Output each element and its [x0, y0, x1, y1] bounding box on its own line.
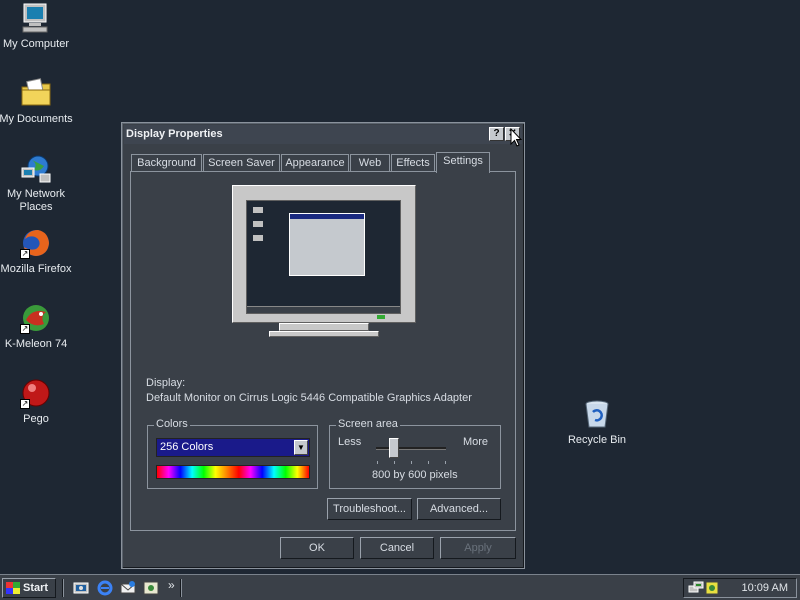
cancel-button[interactable]: Cancel	[360, 537, 434, 559]
ok-button[interactable]: OK	[280, 537, 354, 559]
k-meleon-icon: ↗	[20, 302, 52, 334]
desktop-icon-label: Recycle Bin	[567, 434, 627, 446]
tab-background[interactable]: Background	[131, 154, 202, 172]
screen-area-less: Less	[338, 436, 362, 448]
screen-area-more: More	[462, 436, 488, 448]
shortcut-arrow-icon: ↗	[20, 324, 30, 334]
tab-web[interactable]: Web	[350, 154, 390, 172]
advanced-button[interactable]: Advanced...	[417, 498, 501, 520]
colors-group: Colors 256 Colors ▼	[147, 418, 318, 489]
windows-logo-icon	[6, 582, 20, 594]
channels-icon[interactable]	[143, 580, 159, 596]
tab-settings[interactable]: Settings	[436, 152, 490, 173]
outlook-icon[interactable]	[120, 580, 136, 596]
clock[interactable]: 10:09 AM	[742, 582, 788, 594]
tab-appearance[interactable]: Appearance	[281, 154, 349, 172]
desktop-icon-network[interactable]: My Network Places	[0, 152, 74, 214]
monitor-base	[269, 331, 379, 337]
resolution-slider-track[interactable]	[376, 447, 446, 450]
dialog-titlebar[interactable]: Display Properties ? ✕	[124, 125, 522, 144]
desktop-icon-my-documents[interactable]: My Documents	[0, 77, 74, 126]
apply-button[interactable]: Apply	[440, 537, 516, 559]
colors-select[interactable]: 256 Colors ▼	[156, 438, 310, 457]
desktop-icon-label: My Computer	[2, 38, 70, 50]
desktop-icon-label: My Network Places	[6, 188, 66, 213]
chevron-down-icon[interactable]: ▼	[294, 440, 308, 455]
colors-legend: Colors	[154, 418, 190, 430]
desktop-icon-label: Pego	[23, 413, 49, 425]
desktop-icon-label: My Documents	[0, 113, 73, 125]
system-tray: 10:09 AM	[683, 578, 797, 598]
desktop-icon-label: Mozilla Firefox	[0, 263, 72, 275]
quick-launch-chevron[interactable]: »	[168, 578, 175, 592]
monitor-screen	[246, 200, 401, 314]
settings-panel: Display: Default Monitor on Cirrus Logic…	[130, 171, 516, 531]
screen-area-group: Screen area Less More 800 by 600 pixels	[329, 418, 501, 489]
taskbar: Start » 10:09 AM	[0, 574, 800, 600]
start-button[interactable]: Start	[2, 578, 56, 598]
resolution-slider-thumb[interactable]	[389, 438, 399, 458]
troubleshoot-button[interactable]: Troubleshoot...	[327, 498, 412, 520]
monitor-stand	[279, 323, 369, 331]
desktop-icon-label: K-Meleon 74	[4, 338, 68, 350]
mouse-cursor-icon	[510, 128, 522, 147]
display-properties-dialog: Display Properties ? ✕ Background Screen…	[121, 122, 525, 569]
dialog-title: Display Properties	[126, 128, 223, 140]
network-icon	[20, 152, 52, 184]
display-adapter-text: Default Monitor on Cirrus Logic 5446 Com…	[146, 392, 472, 404]
screen-area-legend: Screen area	[336, 418, 400, 430]
monitor-preview	[232, 185, 416, 323]
network-tray-icon[interactable]	[688, 580, 704, 596]
shortcut-arrow-icon: ↗	[20, 399, 30, 409]
help-button[interactable]: ?	[489, 127, 504, 141]
screen-area-value: 800 by 600 pixels	[372, 469, 458, 481]
colors-selected-value: 256 Colors	[160, 441, 214, 453]
firefox-icon: ↗	[20, 227, 52, 259]
color-spectrum-bar	[156, 465, 310, 479]
taskbar-separator	[62, 579, 64, 597]
desktop-icon-k-meleon[interactable]: ↗ K-Meleon 74	[0, 302, 74, 351]
display-label: Display:	[146, 377, 186, 389]
shortcut-arrow-icon: ↗	[20, 249, 30, 259]
computer-icon	[20, 2, 52, 34]
start-label: Start	[23, 582, 49, 594]
preview-taskbar	[247, 306, 400, 313]
taskbar-separator	[180, 579, 182, 597]
desktop-icon-my-computer[interactable]: My Computer	[0, 2, 74, 51]
ie-icon[interactable]	[97, 580, 113, 596]
preview-window	[289, 213, 365, 276]
tab-screen-saver[interactable]: Screen Saver	[203, 154, 280, 172]
folder-documents-icon	[20, 77, 52, 109]
desktop-icon-recycle-bin[interactable]: Recycle Bin	[559, 398, 635, 447]
volume-tray-icon[interactable]	[704, 580, 720, 596]
recycle-bin-icon	[581, 398, 613, 430]
pego-icon: ↗	[20, 377, 52, 409]
show-desktop-icon[interactable]	[73, 580, 89, 596]
desktop-icon-pego[interactable]: ↗ Pego	[0, 377, 74, 426]
tab-effects[interactable]: Effects	[391, 154, 435, 172]
desktop-icon-firefox[interactable]: ↗ Mozilla Firefox	[0, 227, 74, 276]
